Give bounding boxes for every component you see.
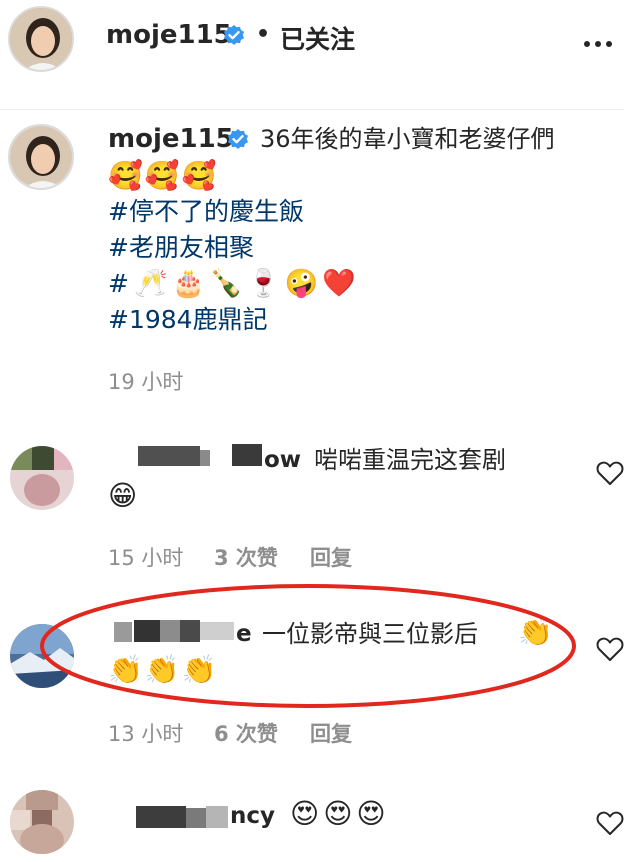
comment-username-visible[interactable]: ncy	[230, 798, 275, 834]
annotation-circle	[40, 584, 576, 708]
redacted-username-block	[206, 806, 228, 828]
comment-item: ncy 😍😍😍	[0, 770, 624, 862]
comment-emoji: 😍😍😍	[290, 797, 390, 830]
like-heart-icon[interactable]	[596, 810, 624, 840]
redacted-username-block	[186, 808, 206, 828]
commenter-avatar[interactable]	[10, 790, 74, 854]
redacted-username-block	[136, 806, 186, 828]
